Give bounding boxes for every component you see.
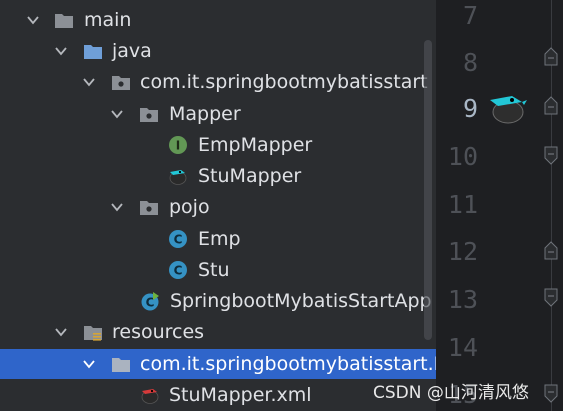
package-icon <box>140 201 158 215</box>
tree-item-label: com.it.springbootmybatisstart <box>140 71 428 93</box>
interface-icon: I <box>169 136 187 154</box>
tree-item-label: Stu <box>198 259 230 281</box>
tree-item-label: pojo <box>169 196 210 218</box>
resources-folder-icon <box>84 326 102 341</box>
tree-item-label: Mapper <box>169 103 241 125</box>
folder-icon <box>84 45 102 59</box>
fold-marker-icon[interactable] <box>543 384 559 404</box>
line-number: 11 <box>447 190 478 219</box>
tree-row-resources-mapper-selected[interactable]: com.it.springbootmybatisstart.Mapper <box>0 349 436 379</box>
tree-row-pojo[interactable]: pojo <box>0 192 436 222</box>
chevron-down-icon[interactable] <box>54 44 68 58</box>
tree-row-spring-app[interactable]: C SpringbootMybatisStartApp <box>0 286 436 316</box>
folder-icon <box>112 358 130 372</box>
tree-item-label: java <box>112 40 152 62</box>
tree-item-label: SpringbootMybatisStartApp <box>170 290 432 312</box>
mybatis-bird-icon[interactable] <box>486 92 528 124</box>
line-number: 7 <box>462 1 478 30</box>
tree-row-java[interactable]: java <box>0 36 436 66</box>
tree-item-label: resources <box>112 321 205 343</box>
fold-marker-icon[interactable] <box>543 146 559 166</box>
svg-text:C: C <box>174 264 183 278</box>
line-number: 14 <box>447 333 478 362</box>
spring-boot-app-icon: C <box>141 292 159 311</box>
fold-marker-icon[interactable] <box>543 95 559 115</box>
tree-item-label: com.it.springbootmybatisstart.Mapper <box>140 353 436 375</box>
tree-row-main[interactable]: main <box>0 5 436 35</box>
package-icon <box>112 76 130 90</box>
tree-row-empmapper[interactable]: I EmpMapper <box>0 130 436 160</box>
chevron-down-icon[interactable] <box>82 357 96 371</box>
tree-row-resources[interactable]: resources <box>0 317 436 347</box>
package-icon <box>140 108 158 122</box>
fold-marker-icon[interactable] <box>543 288 559 308</box>
tree-item-label: EmpMapper <box>198 134 313 156</box>
line-number-current: 9 <box>462 94 478 123</box>
tree-row-stumapper[interactable]: StuMapper <box>0 161 436 191</box>
tree-scrollbar[interactable] <box>424 40 432 340</box>
folder-icon <box>55 14 73 28</box>
line-number: 13 <box>447 285 478 314</box>
tree-row-stumapper-xml[interactable]: StuMapper.xml <box>0 380 436 410</box>
tree-row-emp[interactable]: C Emp <box>0 224 436 254</box>
tree-item-label: StuMapper <box>198 165 302 187</box>
chevron-down-icon[interactable] <box>82 75 96 89</box>
project-tree: main java com.it.springbootmybatisstart … <box>0 0 436 411</box>
mybatis-bird-icon <box>141 389 159 404</box>
fold-marker-icon[interactable] <box>543 240 559 260</box>
svg-text:I: I <box>176 139 180 153</box>
chevron-down-icon[interactable] <box>110 107 124 121</box>
chevron-down-icon[interactable] <box>110 200 124 214</box>
line-number: 10 <box>447 142 478 171</box>
tree-row-stu[interactable]: C Stu <box>0 255 436 285</box>
tree-item-label: Emp <box>198 228 241 250</box>
mybatis-bird-icon <box>169 170 187 185</box>
chevron-down-icon[interactable] <box>54 325 68 339</box>
line-number: 12 <box>447 237 478 266</box>
csdn-watermark: CSDN @山河清风悠 <box>373 383 529 403</box>
tree-row-package[interactable]: com.it.springbootmybatisstart <box>0 67 436 97</box>
svg-text:C: C <box>174 233 183 247</box>
fold-marker-icon[interactable] <box>543 46 559 66</box>
chevron-down-icon[interactable] <box>26 13 40 27</box>
class-icon: C <box>169 261 187 279</box>
class-icon: C <box>169 230 187 248</box>
tree-item-label: StuMapper.xml <box>169 384 312 406</box>
tree-item-label: main <box>84 9 132 31</box>
tree-row-mapper-package[interactable]: Mapper <box>0 99 436 129</box>
line-number: 8 <box>462 48 478 77</box>
